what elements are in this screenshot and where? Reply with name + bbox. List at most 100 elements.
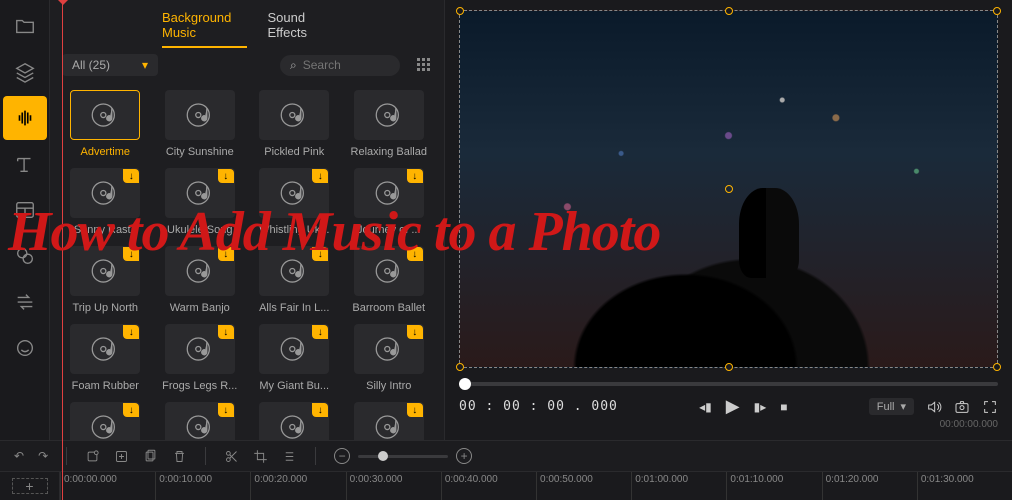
- timeline-tick: 0:00:10.000: [155, 472, 250, 500]
- timeline-tick: 0:01:30.000: [917, 472, 1012, 500]
- timeline-toolbar: ↶ ↷ − +: [0, 440, 1012, 472]
- copy-button[interactable]: [143, 449, 158, 464]
- music-thumb: ↓: [259, 324, 329, 374]
- timeline-tick: 0:01:20.000: [822, 472, 917, 500]
- sidebar-mask[interactable]: [3, 326, 47, 370]
- sidebar-transitions[interactable]: [3, 280, 47, 324]
- music-thumb: ↓: [70, 324, 140, 374]
- download-badge-icon: ↓: [123, 403, 139, 417]
- timeline-tick: 0:00:00.000: [60, 472, 155, 500]
- music-thumb: [259, 90, 329, 140]
- preview-canvas[interactable]: [459, 10, 998, 368]
- snapshot-button[interactable]: [954, 399, 970, 415]
- tab-background-music[interactable]: Background Music: [162, 6, 247, 46]
- download-badge-icon: ↓: [407, 403, 423, 417]
- music-label: City Sunshine: [158, 146, 242, 158]
- music-label: Silly Intro: [347, 380, 431, 392]
- crop-button[interactable]: [253, 449, 268, 464]
- timeline-tick: 0:00:20.000: [250, 472, 345, 500]
- music-item[interactable]: City Sunshine: [157, 90, 244, 158]
- music-thumb: ↓: [354, 402, 424, 440]
- zoom-slider[interactable]: [358, 455, 448, 458]
- music-label: Foam Rubber: [63, 380, 147, 392]
- music-label: Alls Fair In L...: [252, 302, 336, 314]
- chevron-down-icon: ▾: [142, 58, 148, 72]
- seek-bar[interactable]: [459, 382, 998, 386]
- resize-handle[interactable]: [725, 363, 733, 371]
- seek-knob[interactable]: [459, 378, 471, 390]
- download-badge-icon: ↓: [407, 169, 423, 183]
- prev-frame-button[interactable]: ◂▮: [699, 400, 712, 414]
- sidebar-text[interactable]: [3, 142, 47, 186]
- resize-handle[interactable]: [456, 7, 464, 15]
- next-frame-button[interactable]: ▮▸: [754, 400, 767, 414]
- grid-view-toggle[interactable]: [416, 57, 432, 73]
- download-badge-icon: ↓: [312, 403, 328, 417]
- timecode: 00 : 00 : 00 . 000: [459, 399, 618, 414]
- music-label: Pickled Pink: [252, 146, 336, 158]
- redo-button[interactable]: ↷: [38, 449, 48, 463]
- music-item[interactable]: ↓: [346, 402, 433, 440]
- timeline-tick: 0:00:30.000: [346, 472, 441, 500]
- music-label: Trip Up North: [63, 302, 147, 314]
- music-grid: Advertime City Sunshine Pickled Pink Relaxi…: [62, 90, 432, 440]
- music-item[interactable]: Advertime: [62, 90, 149, 158]
- music-thumb: [70, 90, 140, 140]
- music-label: Relaxing Ballad: [347, 146, 431, 158]
- sidebar-folder[interactable]: [3, 4, 47, 48]
- music-label: Frogs Legs R...: [158, 380, 242, 392]
- resize-handle[interactable]: [725, 7, 733, 15]
- resize-handle[interactable]: [456, 363, 464, 371]
- timeline[interactable]: + 0:00:00.0000:00:10.0000:00:20.0000:00:…: [0, 472, 1012, 500]
- music-item[interactable]: ↓: [157, 402, 244, 440]
- sidebar-audio[interactable]: [3, 96, 47, 140]
- add-marker-button[interactable]: [114, 449, 129, 464]
- resize-handle[interactable]: [993, 7, 1001, 15]
- download-badge-icon: ↓: [407, 325, 423, 339]
- font-button[interactable]: [282, 449, 297, 464]
- search-box[interactable]: ⌕: [280, 55, 400, 76]
- split-button[interactable]: [224, 449, 239, 464]
- cut-button[interactable]: [85, 449, 100, 464]
- music-item[interactable]: Pickled Pink: [251, 90, 338, 158]
- add-track-button[interactable]: +: [12, 478, 48, 494]
- music-item[interactable]: ↓ Silly Intro: [346, 324, 433, 392]
- tab-sound-effects[interactable]: Sound Effects: [267, 6, 332, 46]
- music-thumb: ↓: [70, 402, 140, 440]
- download-badge-icon: ↓: [218, 325, 234, 339]
- download-badge-icon: ↓: [218, 169, 234, 183]
- music-item[interactable]: Relaxing Ballad: [346, 90, 433, 158]
- download-badge-icon: ↓: [218, 403, 234, 417]
- timeline-ruler[interactable]: 0:00:00.0000:00:10.0000:00:20.0000:00:30…: [60, 472, 1012, 500]
- download-badge-icon: ↓: [123, 325, 139, 339]
- timeline-tick: 0:01:00.000: [631, 472, 726, 500]
- timeline-tick: 0:01:10.000: [726, 472, 821, 500]
- music-item[interactable]: ↓ Frogs Legs R...: [157, 324, 244, 392]
- quality-select[interactable]: Full ▾: [869, 398, 914, 415]
- zoom-in-button[interactable]: +: [456, 448, 472, 464]
- download-badge-icon: ↓: [123, 169, 139, 183]
- resize-handle[interactable]: [993, 363, 1001, 371]
- music-item[interactable]: ↓ Foam Rubber: [62, 324, 149, 392]
- undo-button[interactable]: ↶: [14, 449, 24, 463]
- panel-tabs: Background Music Sound Effects: [50, 0, 444, 46]
- center-anchor[interactable]: [725, 185, 733, 193]
- volume-button[interactable]: [926, 399, 942, 415]
- duration-label: 00:00:00.000: [459, 419, 998, 430]
- search-input[interactable]: [303, 58, 383, 72]
- play-button[interactable]: ▶: [726, 396, 740, 417]
- music-item[interactable]: ↓: [62, 402, 149, 440]
- stop-button[interactable]: ■: [780, 400, 787, 414]
- delete-button[interactable]: [172, 449, 187, 464]
- music-thumb: [165, 90, 235, 140]
- music-item[interactable]: ↓: [251, 402, 338, 440]
- zoom-out-button[interactable]: −: [334, 448, 350, 464]
- filter-dropdown[interactable]: All (25) ▾: [62, 54, 158, 76]
- filter-label: All (25): [72, 58, 110, 72]
- sidebar-layers[interactable]: [3, 50, 47, 94]
- music-item[interactable]: ↓My Giant Bu...: [251, 324, 338, 392]
- fullscreen-button[interactable]: [982, 399, 998, 415]
- music-thumb: ↓: [354, 324, 424, 374]
- music-thumb: ↓: [259, 402, 329, 440]
- music-label: Warm Banjo: [158, 302, 242, 314]
